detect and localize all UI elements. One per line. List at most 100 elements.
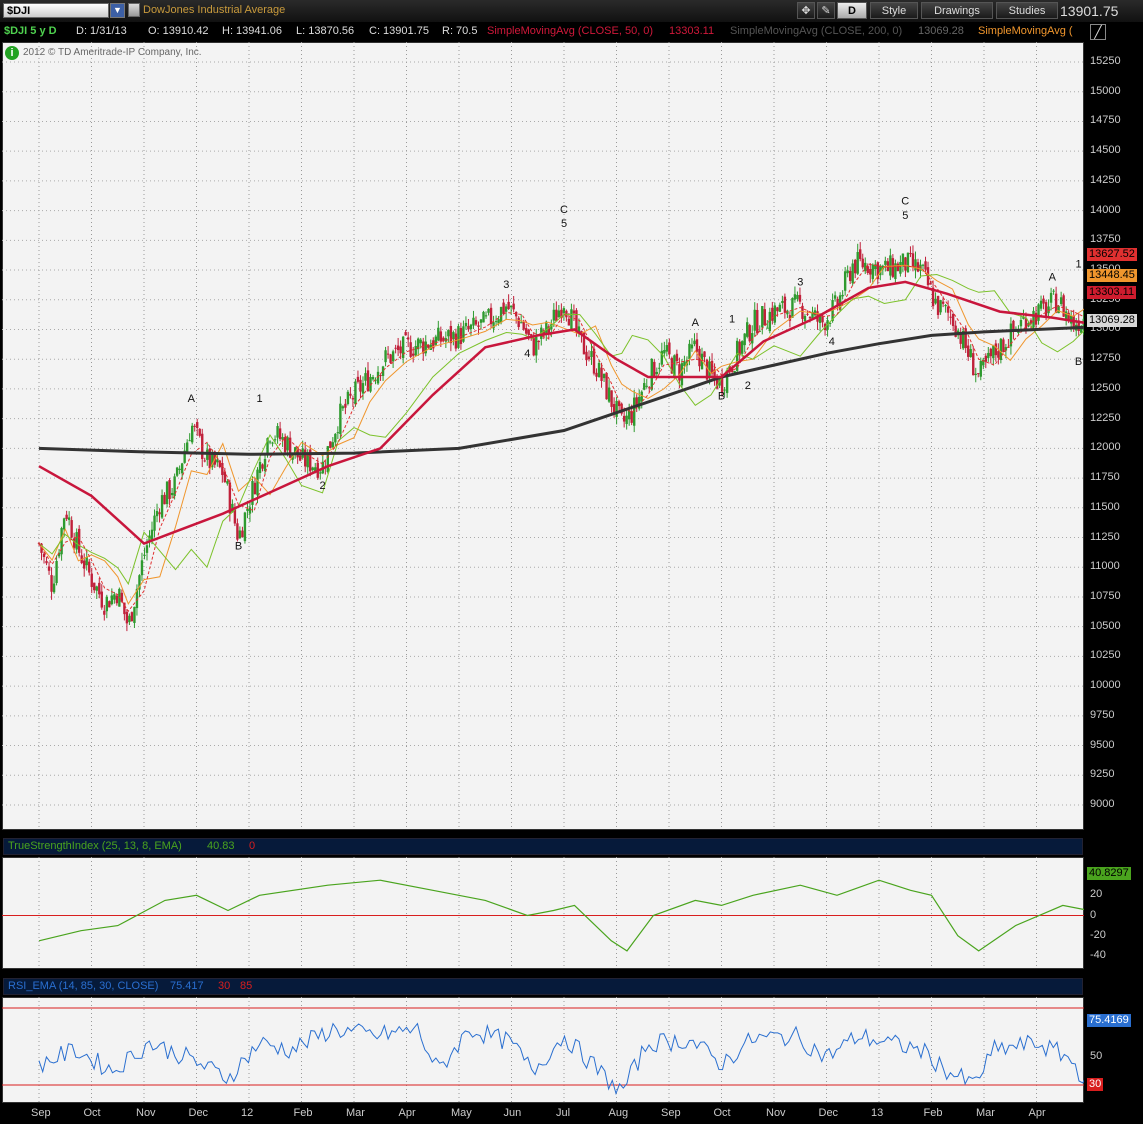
wave-label: 2 — [319, 480, 325, 492]
candle — [379, 375, 382, 377]
price-tag: 13448.45 — [1087, 269, 1137, 283]
candle — [153, 515, 156, 531]
candle — [527, 329, 530, 336]
price-tick-label: 11750 — [1090, 471, 1120, 484]
candle — [904, 257, 907, 271]
candle — [50, 575, 53, 592]
price-tick-label: 10000 — [1090, 679, 1121, 692]
symbol-period-label: $DJI 5 y D — [4, 25, 57, 37]
candle — [771, 307, 774, 321]
candle — [949, 316, 952, 318]
candle — [469, 324, 473, 330]
price-tick-label: 10500 — [1090, 619, 1121, 632]
candle — [499, 306, 503, 323]
candle — [283, 437, 287, 453]
candle — [427, 345, 430, 348]
price-tick-label: 13750 — [1090, 233, 1121, 246]
studies-menu-button[interactable]: Studies — [996, 2, 1058, 19]
candle — [1019, 320, 1023, 327]
candle — [650, 358, 653, 390]
price-tick-label: 10750 — [1090, 589, 1121, 602]
x-tick-label: Apr — [1028, 1107, 1046, 1119]
candle — [690, 344, 694, 349]
candle — [570, 309, 573, 330]
candle — [216, 459, 219, 463]
candle — [808, 316, 812, 319]
tsi-line — [38, 879, 1084, 952]
candle — [83, 560, 86, 569]
x-tick-label: 13 — [871, 1107, 884, 1119]
candle — [371, 376, 375, 380]
candle — [555, 309, 558, 322]
candle — [653, 361, 656, 378]
candle — [65, 514, 68, 519]
rsi-value: 75.417 — [170, 980, 204, 992]
candle — [238, 530, 242, 539]
tsi-label: TrueStrengthIndex (25, 13, 8, EMA) — [8, 840, 182, 852]
x-tick-label: Nov — [136, 1107, 156, 1119]
wave-label: 1 — [729, 313, 735, 325]
symbol-dropdown-icon[interactable]: ▼ — [110, 3, 125, 18]
candle — [643, 383, 646, 390]
candle — [472, 317, 475, 326]
candle — [776, 307, 779, 312]
candle — [926, 267, 930, 286]
candle — [989, 348, 993, 357]
candle — [778, 304, 782, 312]
candle — [484, 315, 488, 317]
candle — [514, 312, 518, 317]
trend-line-icon[interactable]: ╱ — [1090, 24, 1106, 40]
candle — [77, 528, 81, 553]
candle — [391, 351, 395, 362]
price-tick-label: 15250 — [1090, 55, 1121, 67]
candle — [449, 326, 453, 344]
candle — [98, 582, 101, 595]
rsi-line — [38, 1022, 1084, 1096]
candle — [773, 305, 777, 323]
candle — [655, 371, 659, 375]
x-tick-label: May — [451, 1107, 472, 1119]
candle — [248, 507, 252, 514]
candle — [464, 322, 468, 327]
candle — [640, 391, 643, 402]
candle — [602, 373, 606, 379]
symbol-input[interactable]: $DJI — [3, 3, 109, 18]
candle — [1032, 310, 1035, 328]
candle — [896, 263, 900, 272]
candle — [253, 482, 257, 495]
tsi-last-tag: 40.8297 — [1087, 867, 1131, 881]
candle — [504, 306, 508, 312]
drawings-menu-button[interactable]: Drawings — [921, 2, 993, 19]
candle — [854, 259, 857, 274]
candle — [165, 481, 169, 505]
candle — [47, 566, 51, 571]
candle — [273, 439, 277, 441]
candle — [434, 336, 437, 345]
drawings-label: Drawings — [934, 5, 980, 17]
candle — [256, 469, 259, 496]
candle — [648, 387, 651, 389]
price-chart: A12B34C5A1B234C5A12B34C5 — [2, 42, 1084, 830]
rsi-30-tag: 30 — [1087, 1078, 1104, 1091]
candle — [396, 345, 400, 351]
sma200-label: SimpleMovingAvg (CLOSE, 200, 0) — [730, 25, 903, 37]
crosshair-tool-icon[interactable]: ✥ — [797, 2, 815, 19]
price-tick-label: 12750 — [1090, 352, 1121, 365]
candle — [607, 387, 611, 402]
style-menu-button[interactable]: Style — [870, 2, 918, 19]
candle — [226, 481, 229, 484]
candle — [90, 573, 93, 588]
candle — [532, 338, 535, 356]
symbol-details-icon[interactable] — [128, 3, 140, 17]
candle — [665, 345, 669, 352]
candle — [163, 494, 166, 505]
tsi-tick-label: 20 — [1090, 888, 1103, 901]
aggregation-button[interactable]: D — [837, 2, 867, 19]
candle — [597, 362, 601, 378]
candle — [841, 294, 844, 297]
pencil-tool-icon[interactable]: ✎ — [817, 2, 835, 19]
style-label: Style — [881, 5, 907, 17]
candle — [977, 373, 980, 375]
candle — [221, 463, 224, 476]
candle — [203, 460, 206, 462]
